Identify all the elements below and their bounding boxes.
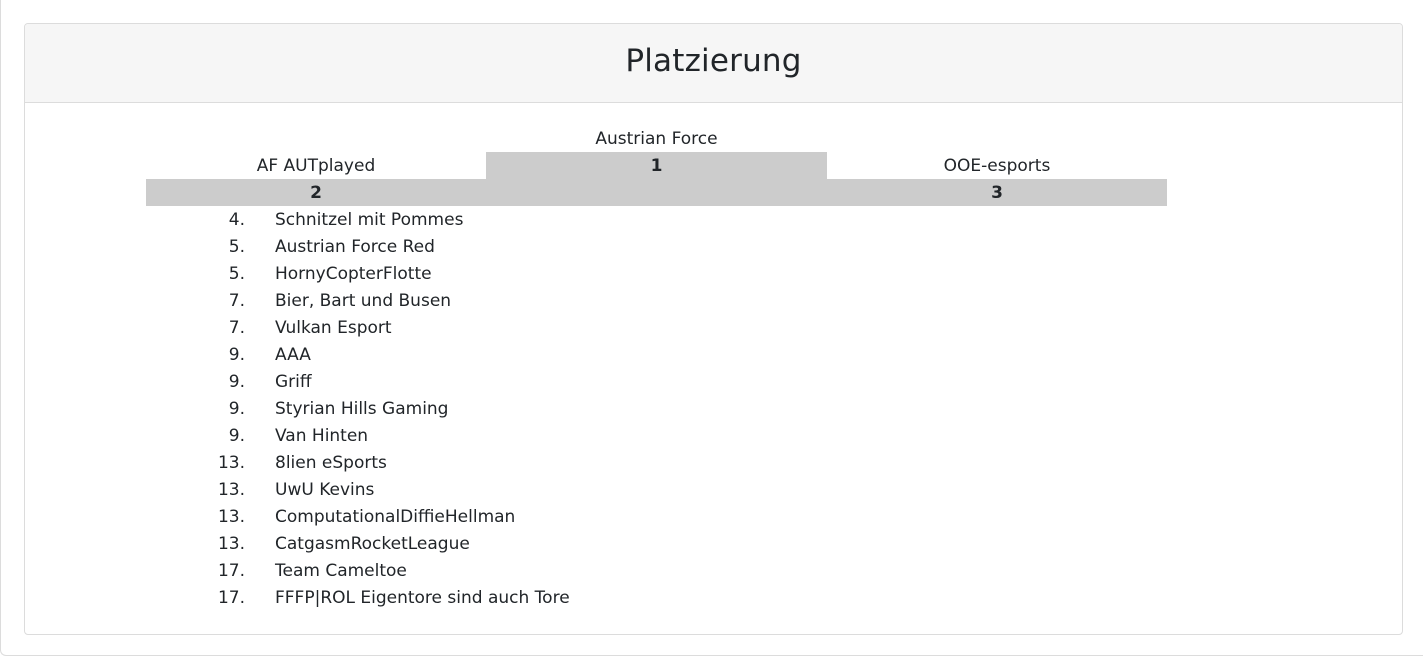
ranking-team-name: Van Hinten (275, 426, 369, 446)
ranking-team-name: Vulkan Esport (275, 318, 392, 338)
ranking-position: 7. (228, 318, 245, 338)
ranking-position: 13. (217, 480, 245, 500)
podium-team-name: AF AUTplayed (256, 156, 376, 176)
podium-team-name: Austrian Force (595, 129, 718, 149)
ranking-team-name: FFFP|ROL Eigentore sind auch Tore (275, 588, 570, 608)
ranking-position: 17. (217, 588, 245, 608)
ranking-position: 9. (228, 399, 245, 419)
ranking-team-name: UwU Kevins (275, 480, 375, 500)
podium-rank: 1 (650, 156, 663, 176)
ranking-position: 17. (217, 561, 245, 581)
placement-card: Platzierung AF AUTplayed 2 Austrian Forc… (24, 23, 1403, 635)
ranking-position: 7. (228, 291, 245, 311)
ranking-team-name: Griff (275, 372, 312, 392)
ranking-team-name: Austrian Force Red (275, 237, 435, 257)
ranking-position: 13. (217, 453, 245, 473)
ranking-team-name: Bier, Bart und Busen (275, 291, 452, 311)
ranking-team-name: ComputationalDiffieHellman (275, 507, 516, 527)
podium-team-name: OOE-esports (943, 156, 1051, 176)
ranking-position: 5. (228, 237, 245, 257)
podium-rank: 3 (991, 183, 1003, 203)
podium-rank: 2 (310, 183, 322, 203)
ranking-position: 13. (217, 534, 245, 554)
ranking-team-name: Styrian Hills Gaming (275, 399, 449, 419)
ranking-team-name: AAA (275, 345, 311, 365)
card-header: Platzierung (25, 24, 1402, 103)
ranking-team-name: HornyCopterFlotte (275, 264, 432, 284)
page-container: Platzierung AF AUTplayed 2 Austrian Forc… (0, 0, 1423, 656)
ranking-team-name: Team Cameltoe (275, 561, 407, 581)
ranking-team-name: Schnitzel mit Pommes (275, 210, 464, 230)
ranking-position: 9. (228, 345, 245, 365)
card-title: Platzierung (625, 43, 802, 79)
ranking-position: 5. (228, 264, 245, 284)
ranking-position: 9. (228, 372, 245, 392)
ranking-position: 13. (217, 507, 245, 527)
ranking-team-name: CatgasmRocketLeague (275, 534, 470, 554)
ranking-position: 9. (228, 426, 245, 446)
ranking-team-name: 8lien eSports (275, 453, 387, 473)
ranking-position: 4. (228, 210, 245, 230)
